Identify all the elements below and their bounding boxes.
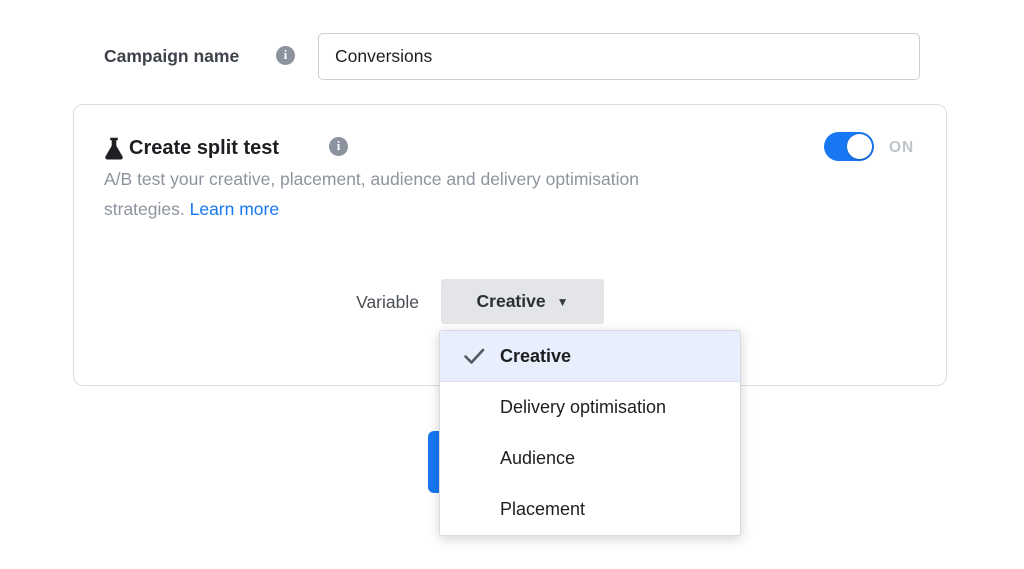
card-title: Create split test (129, 137, 279, 160)
variable-dropdown-button[interactable]: Creative ▼ (441, 279, 604, 324)
split-test-info-icon[interactable]: i (329, 137, 348, 156)
menu-item-label: Audience (500, 448, 575, 469)
description-line1: A/B test your creative, placement, audie… (104, 169, 639, 189)
menu-item-placement[interactable]: Placement (440, 484, 740, 535)
learn-more-link[interactable]: Learn more (190, 199, 280, 219)
toggle-state-label: ON (889, 139, 914, 157)
toggle-knob (847, 134, 872, 159)
variable-selected-value: Creative (477, 291, 546, 312)
menu-item-audience[interactable]: Audience (440, 433, 740, 484)
menu-item-delivery-optimisation[interactable]: Delivery optimisation (440, 382, 740, 433)
caret-down-icon: ▼ (557, 296, 569, 308)
split-test-toggle[interactable] (824, 132, 874, 161)
menu-item-label: Creative (500, 346, 571, 367)
menu-item-creative[interactable]: Creative (440, 331, 740, 382)
variable-dropdown-menu: Creative Delivery optimisation Audience … (439, 330, 741, 536)
campaign-info-icon[interactable]: i (276, 46, 295, 65)
flask-icon (104, 137, 124, 165)
check-icon (463, 347, 486, 366)
card-description: A/B test your creative, placement, audie… (104, 164, 804, 224)
variable-label: Variable (314, 292, 419, 313)
campaign-name-label: Campaign name (104, 46, 239, 67)
campaign-name-input[interactable] (318, 33, 920, 80)
menu-item-label: Delivery optimisation (500, 397, 666, 418)
description-line2: strategies. (104, 199, 190, 219)
menu-item-label: Placement (500, 499, 585, 520)
split-test-page: Campaign name i Create split test i A/B … (0, 0, 1024, 569)
